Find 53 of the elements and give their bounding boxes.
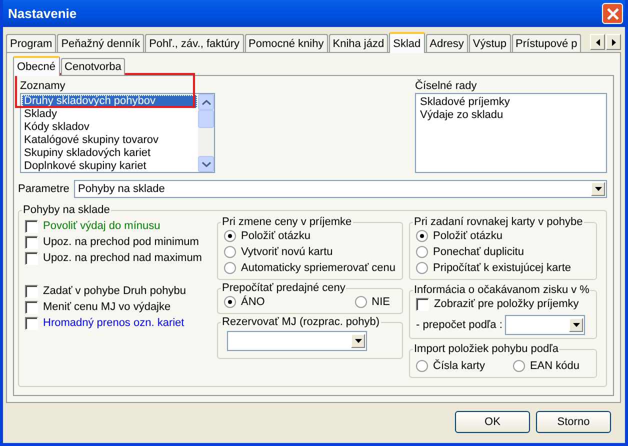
list-label: Číselné rady <box>415 79 478 93</box>
checkbox-label: Zadať v pohybe Druh pohybu <box>43 285 186 297</box>
checkbox-label: Upoz. na prechod pod minimum <box>43 236 199 248</box>
list-item[interactable]: Sklady <box>22 108 197 121</box>
radio-label: Položiť otázku <box>241 230 311 242</box>
checkbox-label: Hromadný prenos ozn. kariet <box>43 317 184 329</box>
list-box[interactable]: Druhy skladových pohybov Sklady Kódy skladov Katalógové skupiny tovarov Skupiny skladových kariet Doplnkové skupiny kariet <box>20 93 215 173</box>
window-title: Nastavenie <box>8 6 77 21</box>
list-label: Zoznamy <box>20 79 66 93</box>
list-box[interactable]: Skladové príjemky Výdaje zo skladu <box>415 93 607 173</box>
dropdown-field[interactable]: Pohyby na sklade <box>74 180 607 198</box>
group-title: Informácia o očakávanom zisku v % <box>413 284 590 296</box>
radio-label: EAN kódu <box>530 360 580 372</box>
group-title: Import položiek pohybu podľa <box>413 343 560 355</box>
list-item[interactable]: Skladové príjemky <box>418 96 604 109</box>
tab[interactable]: Cenotvorba <box>60 58 126 75</box>
dialog-button[interactable]: OK <box>455 411 530 433</box>
tab[interactable]: Kniha jázd <box>328 34 388 52</box>
list-item[interactable]: Skupiny skladových kariet <box>22 147 197 160</box>
tab[interactable]: Adresy <box>426 34 468 52</box>
group-title: Rezervovať MJ (rozprac. pohyb) <box>221 316 381 328</box>
tab[interactable]: Výstup <box>468 34 511 52</box>
group-title: Pri zadaní rovnakej karty v pohybe <box>413 216 584 228</box>
radio-label: Ponechať duplicitu <box>433 246 524 258</box>
checkbox-label: Upoz. na prechod nad maximum <box>43 252 202 264</box>
group-title: Prepočítať predajné ceny <box>221 282 346 294</box>
list-item[interactable]: Katalógové skupiny tovarov <box>22 134 197 147</box>
checkbox-label: Povoliť výdaj do mínusu <box>43 220 160 232</box>
tab[interactable]: Prístupové p <box>512 34 582 52</box>
list-item[interactable]: Doplnkové skupiny kariet <box>22 160 197 172</box>
tab[interactable]: Peňažný denník <box>57 34 144 52</box>
tab[interactable]: Obecné <box>13 56 60 76</box>
radio-label: ÁNO <box>241 296 265 308</box>
tab[interactable]: Pohľ., záv., faktúry <box>145 34 244 52</box>
radio-label: Pripočítať k existujúcej karte <box>433 262 572 274</box>
radio-label: Položiť otázku <box>433 230 503 242</box>
list-item[interactable]: Výdaje zo skladu <box>418 109 604 122</box>
group-title: Pri zmene ceny v príjemke <box>221 216 353 228</box>
field-label: Parametre <box>18 183 70 195</box>
tab[interactable]: Sklad <box>389 32 425 53</box>
tab[interactable]: Pomocné knihy <box>244 34 328 52</box>
group-title: Pohyby na sklade <box>22 204 111 216</box>
radio-label: Automaticky spriemerovať cenu <box>241 262 396 274</box>
dropdown-value: Pohyby na sklade <box>78 183 165 195</box>
checkbox-label: Zobraziť pre položky príjemky <box>434 298 579 310</box>
list-item[interactable]: Kódy skladov <box>22 121 197 134</box>
radio-label: Vytvoriť novú kartu <box>241 246 333 258</box>
checkbox-label: Meniť cenu MJ vo výdajke <box>43 301 171 313</box>
field-label: - prepočet podľa : <box>416 319 502 331</box>
radio-label: Čísla karty <box>433 360 485 372</box>
dialog-button[interactable]: Storno <box>536 411 611 433</box>
radio-label: NIE <box>372 296 390 308</box>
tab[interactable]: Program <box>6 34 56 52</box>
